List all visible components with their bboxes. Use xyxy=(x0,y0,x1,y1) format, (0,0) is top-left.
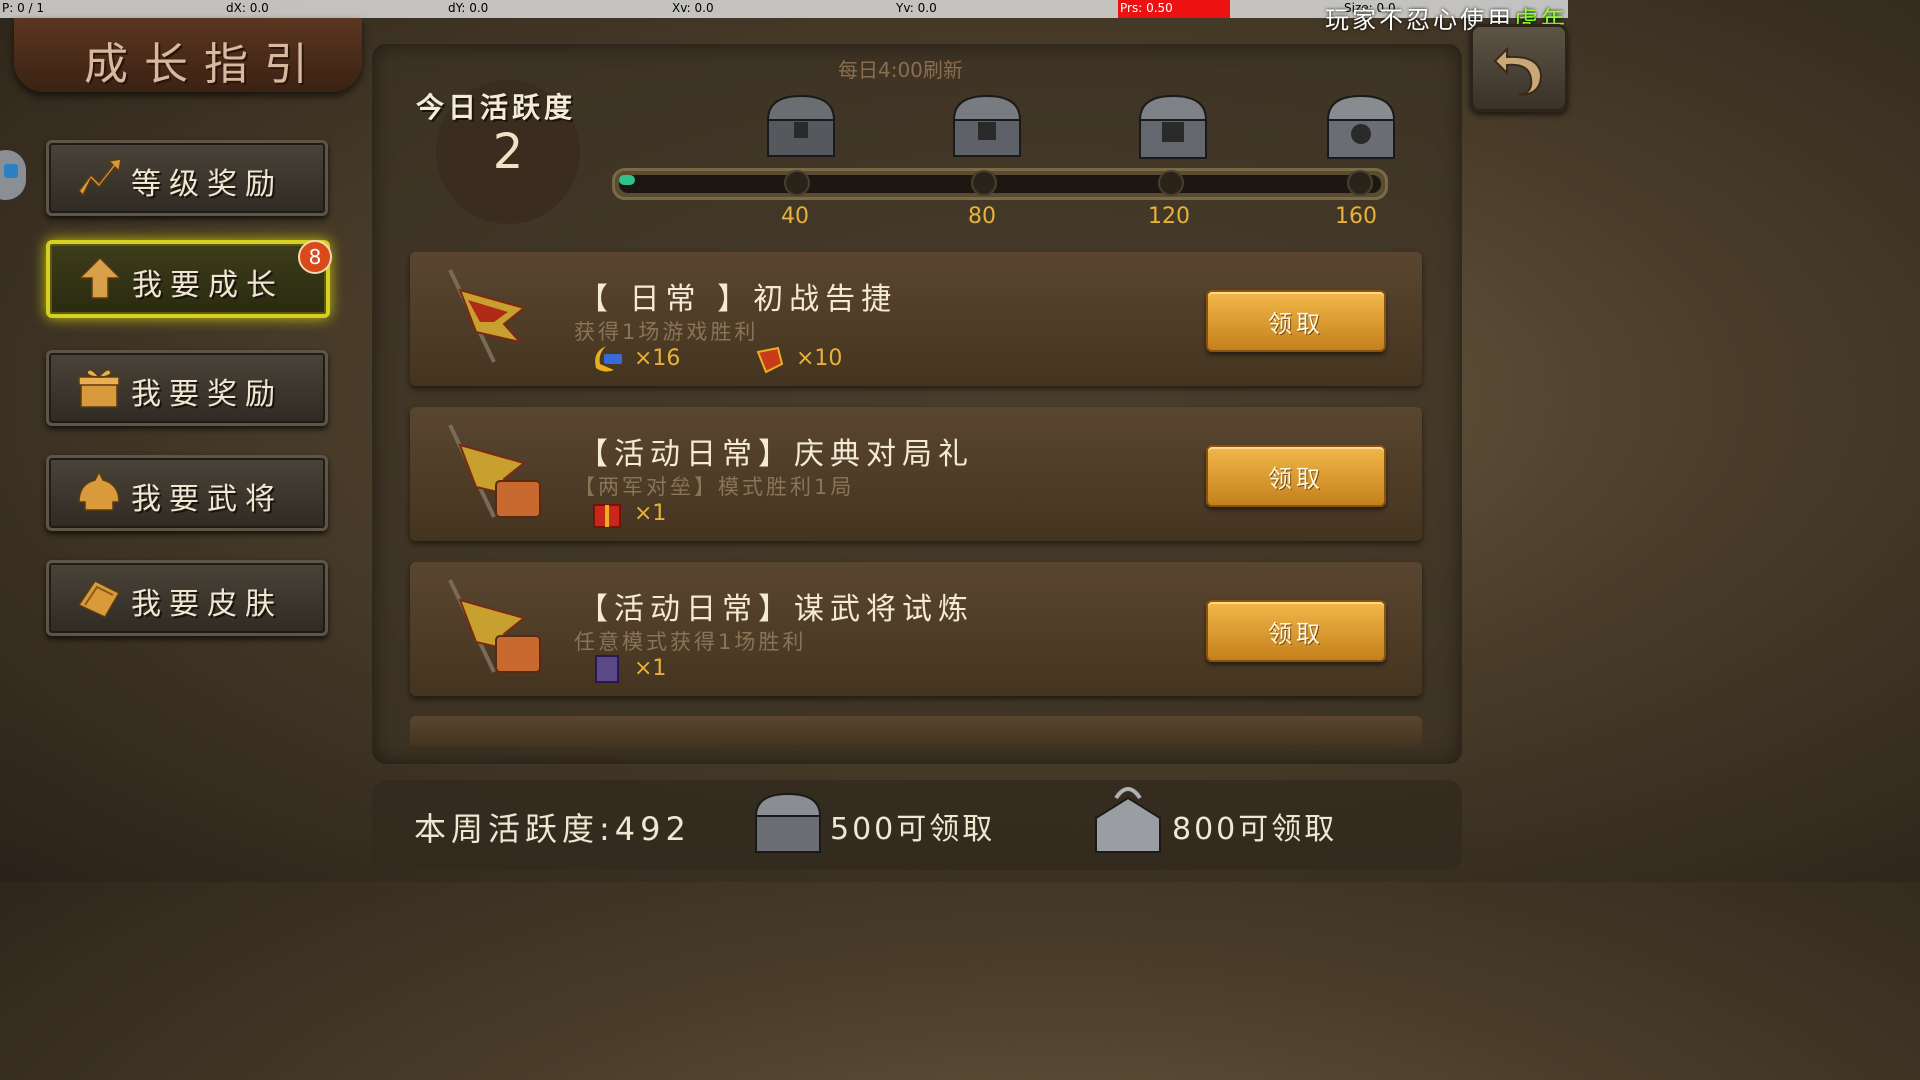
chest-120-icon[interactable] xyxy=(1134,92,1212,162)
refresh-note: 每日4:00刷新 xyxy=(838,58,963,82)
chest-160-icon[interactable] xyxy=(1322,92,1400,162)
war-flag-icon xyxy=(448,269,527,363)
purple-book-icon xyxy=(595,655,619,683)
red-giftbox-icon xyxy=(593,504,621,528)
task-desc: 获得1场游戏胜利 xyxy=(574,320,759,344)
task-row: 【 日常 】初战告捷 获得1场游戏胜利 ×16 ×10 领取 xyxy=(410,252,1422,386)
debug-xv: Xv: 0.0 xyxy=(672,1,714,15)
debug-yv: Yv: 0.0 xyxy=(896,1,937,15)
skin-card-icon xyxy=(77,580,121,618)
task-row: 【活动日常】庆典对局礼 【两军对垒】模式胜利1局 ×1 领取 xyxy=(410,407,1422,541)
debug-dx: dX: 0.0 xyxy=(226,1,269,15)
milestone-dot xyxy=(1158,170,1184,196)
war-flag-token-icon xyxy=(756,346,784,374)
activity-progress-bar xyxy=(612,168,1388,200)
helmet-icon xyxy=(78,470,120,511)
activity-progress-fill xyxy=(619,175,635,185)
title-plaque: 成长指引 xyxy=(14,18,362,92)
menu-skin[interactable]: 我要皮肤 xyxy=(46,560,328,636)
silver-chest-icon[interactable] xyxy=(752,790,824,856)
task-desc: 任意模式获得1场胜利 xyxy=(574,630,807,654)
menu-reward[interactable]: 我要奖励 xyxy=(46,350,328,426)
gift-icon xyxy=(78,369,120,408)
milestone-label-160: 160 xyxy=(1335,204,1377,229)
back-arrow-icon xyxy=(1493,46,1543,96)
daily-activity-label: 今日活跃度 xyxy=(416,91,577,124)
task-title: 【 日常 】初战告捷 xyxy=(578,282,898,317)
menu-general[interactable]: 我要武将 xyxy=(46,455,328,531)
debug-dy: dY: 0.0 xyxy=(448,1,489,15)
side-edge-tab[interactable] xyxy=(0,150,26,200)
milestone-label-120: 120 xyxy=(1148,204,1190,229)
chest-80-icon[interactable] xyxy=(948,92,1026,162)
claim-button[interactable]: 领取 xyxy=(1206,290,1386,352)
weekly-reward-800: 800可领取 xyxy=(1172,812,1338,847)
page-title: 成长指引 xyxy=(84,39,324,90)
milestone-label-40: 40 xyxy=(781,204,809,229)
daily-activity-value: 2 xyxy=(492,124,524,180)
chat-icon xyxy=(4,164,18,178)
menu-growth[interactable]: 我要成长 8 xyxy=(46,240,332,318)
task-desc: 【两军对垒】模式胜利1局 xyxy=(574,475,855,499)
exp-card-icon xyxy=(595,346,622,372)
growth-arrow-icon xyxy=(78,256,122,299)
milestone-label-80: 80 xyxy=(968,204,996,229)
chest-40-icon[interactable] xyxy=(762,92,840,162)
level-up-arrow-icon xyxy=(78,158,122,197)
task-title: 【活动日常】谋武将试炼 xyxy=(578,592,974,627)
weekly-activity-label: 本周活跃度:492 xyxy=(414,810,691,848)
flag-chest-icon xyxy=(448,579,541,673)
claim-button[interactable]: 领取 xyxy=(1206,600,1386,662)
milestone-dot xyxy=(1347,170,1373,196)
task-row-partial xyxy=(410,716,1422,746)
back-button[interactable] xyxy=(1470,24,1568,112)
task-row: 【活动日常】谋武将试炼 任意模式获得1场胜利 ×1 领取 xyxy=(410,562,1422,696)
debug-pointer: P: 0 / 1 xyxy=(2,1,45,15)
notification-badge: 8 xyxy=(298,240,332,274)
debug-pressure: Prs: 0.50 xyxy=(1118,0,1230,18)
claim-button[interactable]: 领取 xyxy=(1206,445,1386,507)
flag-chest-icon xyxy=(448,424,541,518)
milestone-dot xyxy=(971,170,997,196)
menu-level-reward[interactable]: 等级奖励 xyxy=(46,140,328,216)
ornate-chest-icon[interactable] xyxy=(1086,778,1170,862)
milestone-dot xyxy=(784,170,810,196)
task-title: 【活动日常】庆典对局礼 xyxy=(578,437,974,472)
weekly-reward-500: 500可领取 xyxy=(830,812,996,847)
